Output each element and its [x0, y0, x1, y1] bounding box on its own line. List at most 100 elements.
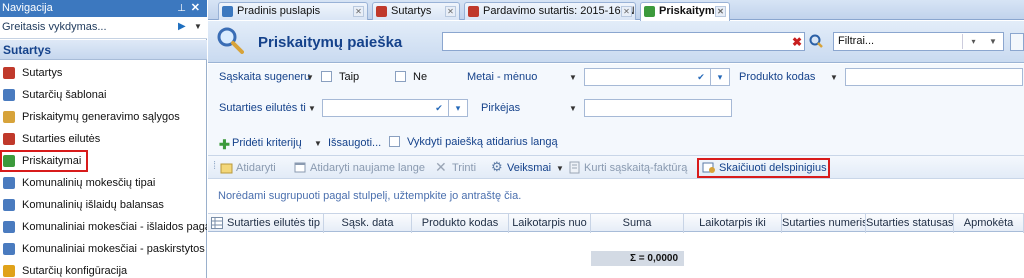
tab-3[interactable]: Priskaitymai ✕	[640, 2, 730, 21]
chevron-down-icon[interactable]: ▼	[194, 22, 202, 31]
search-input[interactable]	[442, 32, 805, 51]
check-icon[interactable]: ✔	[430, 100, 448, 116]
sidebar-item-label: Komunalinių išlaidų balansas	[22, 199, 164, 211]
chevron-down-icon[interactable]: ▾	[711, 69, 729, 85]
open-button[interactable]: Atidaryti	[236, 162, 276, 174]
save-search-button[interactable]: Išsaugoti...	[328, 137, 381, 149]
sidebar-item-4[interactable]: Priskaitymai	[0, 150, 88, 172]
column-header-7[interactable]: Sutarties statusas	[866, 214, 954, 233]
chevron-down-icon[interactable]: ▼	[569, 73, 577, 82]
column-header-4[interactable]: Suma	[591, 214, 684, 233]
open-new-window-button[interactable]: Atidaryti naujame lange	[310, 162, 425, 174]
toolbar-grip: ⁞	[213, 160, 217, 172]
open-icon	[220, 163, 233, 174]
column-header-3[interactable]: Laikotarpis nuo	[509, 214, 591, 233]
pin-icon[interactable]: ⊥	[177, 0, 186, 17]
sidebar-item-label: Komunaliniai mokesčiai - paskirstytos iš…	[22, 243, 207, 255]
column-header-0[interactable]: Sutarties eilutės tip	[224, 214, 324, 233]
lines-grid-icon	[3, 133, 15, 145]
filter-text: Filtrai...	[838, 35, 875, 47]
sidebar-item-7[interactable]: Komunaliniai mokesčiai - išlaidos pagal.…	[0, 216, 207, 238]
sidebar-item-5[interactable]: Komunalinių mokesčių tipai	[0, 172, 207, 194]
chevron-down-icon[interactable]: ▼	[569, 104, 577, 113]
tab-1[interactable]: Sutartys ✕	[372, 2, 460, 20]
header-extra-button[interactable]	[1010, 33, 1024, 51]
doc-icon	[3, 221, 15, 233]
column-header-8[interactable]: Apmokėta	[954, 214, 1024, 233]
results-grid: Sutarties eilutės tip Sąsk. data Produkto …	[208, 213, 1024, 278]
sidebar-item-9[interactable]: Sutarčių konfigūracija	[0, 260, 207, 278]
add-icon[interactable]: ✚	[219, 137, 230, 153]
pirkejas-input[interactable]	[584, 99, 732, 117]
tab-0[interactable]: Pradinis puslapis ✕	[218, 2, 368, 20]
tab-2[interactable]: Pardavimo sutartis: 2015-16, N... ✕	[464, 2, 636, 20]
section-header-sutartys[interactable]: Sutartys	[0, 40, 207, 60]
close-tab-icon[interactable]: ✕	[445, 6, 456, 17]
sidebar-item-label: Sutartys	[22, 67, 63, 79]
conditions-icon	[3, 111, 15, 123]
sidebar-item-6[interactable]: Komunalinių išlaidų balansas	[0, 194, 207, 216]
search-icon[interactable]	[808, 33, 824, 49]
chevron-down-icon[interactable]: ▼	[830, 73, 838, 82]
chevron-down-icon[interactable]: ▼	[985, 34, 1001, 49]
calculate-penalty-button[interactable]: Skaičiuoti delspinigius	[719, 162, 827, 174]
taip-label: Taip	[339, 71, 360, 83]
sidebar-item-3[interactable]: Sutarties eilutės	[0, 128, 207, 150]
sidebar-item-8[interactable]: Komunaliniai mokesčiai - paskirstytos iš…	[0, 238, 207, 260]
pirkejas-label: Pirkėjas	[481, 102, 521, 114]
create-invoice-button[interactable]: Kurti sąskaitą-faktūrą	[584, 162, 687, 174]
saskaita-sugeneruota-label: Sąskaita sugeneru	[219, 71, 311, 83]
clear-search-icon[interactable]: ✖	[792, 35, 802, 49]
chevron-down-icon[interactable]: ▼	[308, 104, 316, 113]
open-search-checkbox[interactable]	[389, 136, 400, 147]
action-toolbar: ⁞ Atidaryti Atidaryti naujame lange ✕ Tr…	[208, 155, 1024, 179]
chevron-down-icon[interactable]: ▼	[556, 164, 564, 173]
close-tab-icon[interactable]: ✕	[715, 6, 726, 17]
actions-button[interactable]: Veiksmai	[507, 162, 551, 174]
delete-button[interactable]: Trinti	[452, 162, 476, 174]
produkto-kodas-input[interactable]	[845, 68, 1023, 86]
config-star-icon	[3, 265, 15, 277]
column-header-1[interactable]: Sąsk. data	[324, 214, 412, 233]
doc-icon	[3, 199, 15, 211]
column-header-5[interactable]: Laikotarpis iki	[684, 214, 782, 233]
group-panel[interactable]: Norėdami sugrupuoti pagal stulpelį, užte…	[208, 180, 1024, 213]
filter-options-icon[interactable]: ▾	[962, 34, 984, 49]
run-arrow-icon[interactable]: ▶	[178, 21, 186, 32]
navigation-header: Navigacija	[0, 0, 207, 17]
calculate-penalty-icon	[702, 162, 715, 173]
open-new-window-icon	[294, 162, 306, 173]
accrual-arrow-icon	[3, 155, 15, 167]
grid-body[interactable]: Σ = 0,0000	[208, 233, 1024, 278]
chevron-down-icon[interactable]: ▼	[306, 73, 314, 82]
column-chooser-icon[interactable]	[211, 217, 223, 229]
tab-label: Pardavimo sutartis: 2015-16, N...	[483, 5, 636, 17]
tab-label: Sutartys	[391, 5, 432, 17]
ne-label: Ne	[413, 71, 428, 83]
accrual-arrow-icon	[644, 6, 655, 17]
sidebar-item-label: Priskaitymų generavimo sąlygos	[22, 111, 180, 123]
sidebar-item-0[interactable]: Sutartys	[0, 62, 207, 84]
contract-pen-icon	[3, 67, 15, 79]
close-tab-icon[interactable]: ✕	[621, 6, 632, 17]
column-header-2[interactable]: Produkto kodas	[412, 214, 509, 233]
page-title: Priskaitymų paieška	[258, 34, 403, 51]
check-icon[interactable]: ✔	[692, 69, 710, 85]
ne-checkbox[interactable]	[395, 71, 406, 82]
chevron-down-icon[interactable]: ▼	[314, 139, 322, 148]
close-icon[interactable]: ✕	[191, 0, 200, 17]
sidebar-item-2[interactable]: Priskaitymų generavimo sąlygos	[0, 106, 207, 128]
close-tab-icon[interactable]: ✕	[353, 6, 364, 17]
actions-gear-icon: ⚙	[491, 159, 503, 174]
taip-checkbox[interactable]	[321, 71, 332, 82]
tab-label: Pradinis puslapis	[237, 5, 321, 17]
column-header-6[interactable]: Sutarties numeris	[782, 214, 866, 233]
sidebar-item-1[interactable]: Sutarčių šablonai	[0, 84, 207, 106]
quick-run-box[interactable]: Greitasis vykdymas... ▶ ▼	[0, 17, 207, 39]
contract-pen-icon	[376, 6, 387, 17]
add-criteria-button[interactable]: Pridėti kriterijų	[232, 137, 302, 149]
chevron-down-icon[interactable]: ▾	[449, 100, 467, 116]
contract-pen-icon	[468, 6, 479, 17]
navigation-panel: Navigacija ⊥ ✕ Greitasis vykdymas... ▶ ▼…	[0, 0, 207, 278]
open-search-label: Vykdyti paiešką atidarius langą	[407, 136, 558, 148]
